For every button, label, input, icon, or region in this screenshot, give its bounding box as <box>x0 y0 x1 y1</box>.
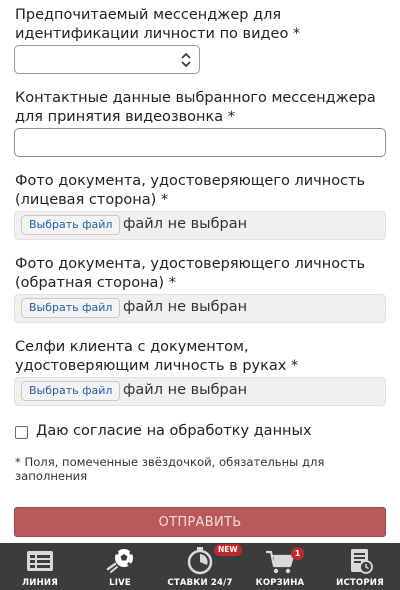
tab-bets-label: СТАВКИ 24/7 <box>167 578 233 588</box>
tab-cart[interactable]: 1 КОРЗИНА <box>240 543 320 590</box>
contact-label: Контактные данные выбранного мессенджера… <box>15 90 376 125</box>
doc-back-file-input[interactable]: Выбрать файл файл не выбран <box>14 294 386 323</box>
tab-history[interactable]: ИСТОРИЯ <box>320 543 400 590</box>
tab-bets-24-7[interactable]: NEW СТАВКИ 24/7 <box>160 543 242 590</box>
select-arrows-icon <box>181 52 191 68</box>
selfie-file-input[interactable]: Выбрать файл файл не выбран <box>14 377 386 406</box>
selfie-file-status: файл не выбран <box>123 382 248 398</box>
new-badge: NEW <box>214 544 242 556</box>
tab-live-label: LIVE <box>109 578 131 588</box>
tab-history-label: ИСТОРИЯ <box>336 578 384 588</box>
selfie-choose-file-button[interactable]: Выбрать файл <box>21 381 121 401</box>
bottom-tab-bar: ЛИНИЯ LIVE NEW СТАВКИ 24/7 1 КОРЗИНА ИСТ… <box>0 543 400 590</box>
contact-input[interactable] <box>14 128 386 157</box>
doc-front-label: Фото документа, удостоверяющего личность… <box>15 173 366 208</box>
submit-button[interactable]: ОТПРАВИТЬ <box>14 507 386 537</box>
consent-checkbox[interactable] <box>15 426 28 439</box>
history-icon <box>351 549 373 574</box>
doc-front-file-status: файл не выбран <box>123 216 248 232</box>
soccer-ball-icon <box>106 549 133 573</box>
doc-back-file-status: файл не выбран <box>123 299 248 315</box>
tab-live[interactable]: LIVE <box>80 543 160 590</box>
doc-front-file-input[interactable]: Выбрать файл файл не выбран <box>14 211 386 240</box>
tab-line-label: ЛИНИЯ <box>22 578 58 588</box>
list-icon <box>27 551 53 571</box>
consent-label[interactable]: Даю согласие на обработку данных <box>36 423 312 439</box>
consent-row[interactable]: Даю согласие на обработку данных <box>15 423 387 443</box>
messenger-label: Предпочитаемый мессенджер для идентифика… <box>15 7 301 42</box>
selfie-label: Селфи клиента с документом, удостоверяющ… <box>15 339 299 374</box>
doc-back-choose-file-button[interactable]: Выбрать файл <box>21 298 121 318</box>
cart-count-badge: 1 <box>291 547 304 560</box>
doc-back-label: Фото документа, удостоверяющего личность… <box>15 256 366 291</box>
tab-cart-label: КОРЗИНА <box>255 578 305 588</box>
doc-front-choose-file-button[interactable]: Выбрать файл <box>21 215 121 235</box>
stopwatch-icon <box>187 547 213 575</box>
required-fields-note: * Поля, помеченные звёздочкой, обязатель… <box>15 455 325 483</box>
tab-line[interactable]: ЛИНИЯ <box>0 543 80 590</box>
messenger-select[interactable] <box>14 45 200 74</box>
